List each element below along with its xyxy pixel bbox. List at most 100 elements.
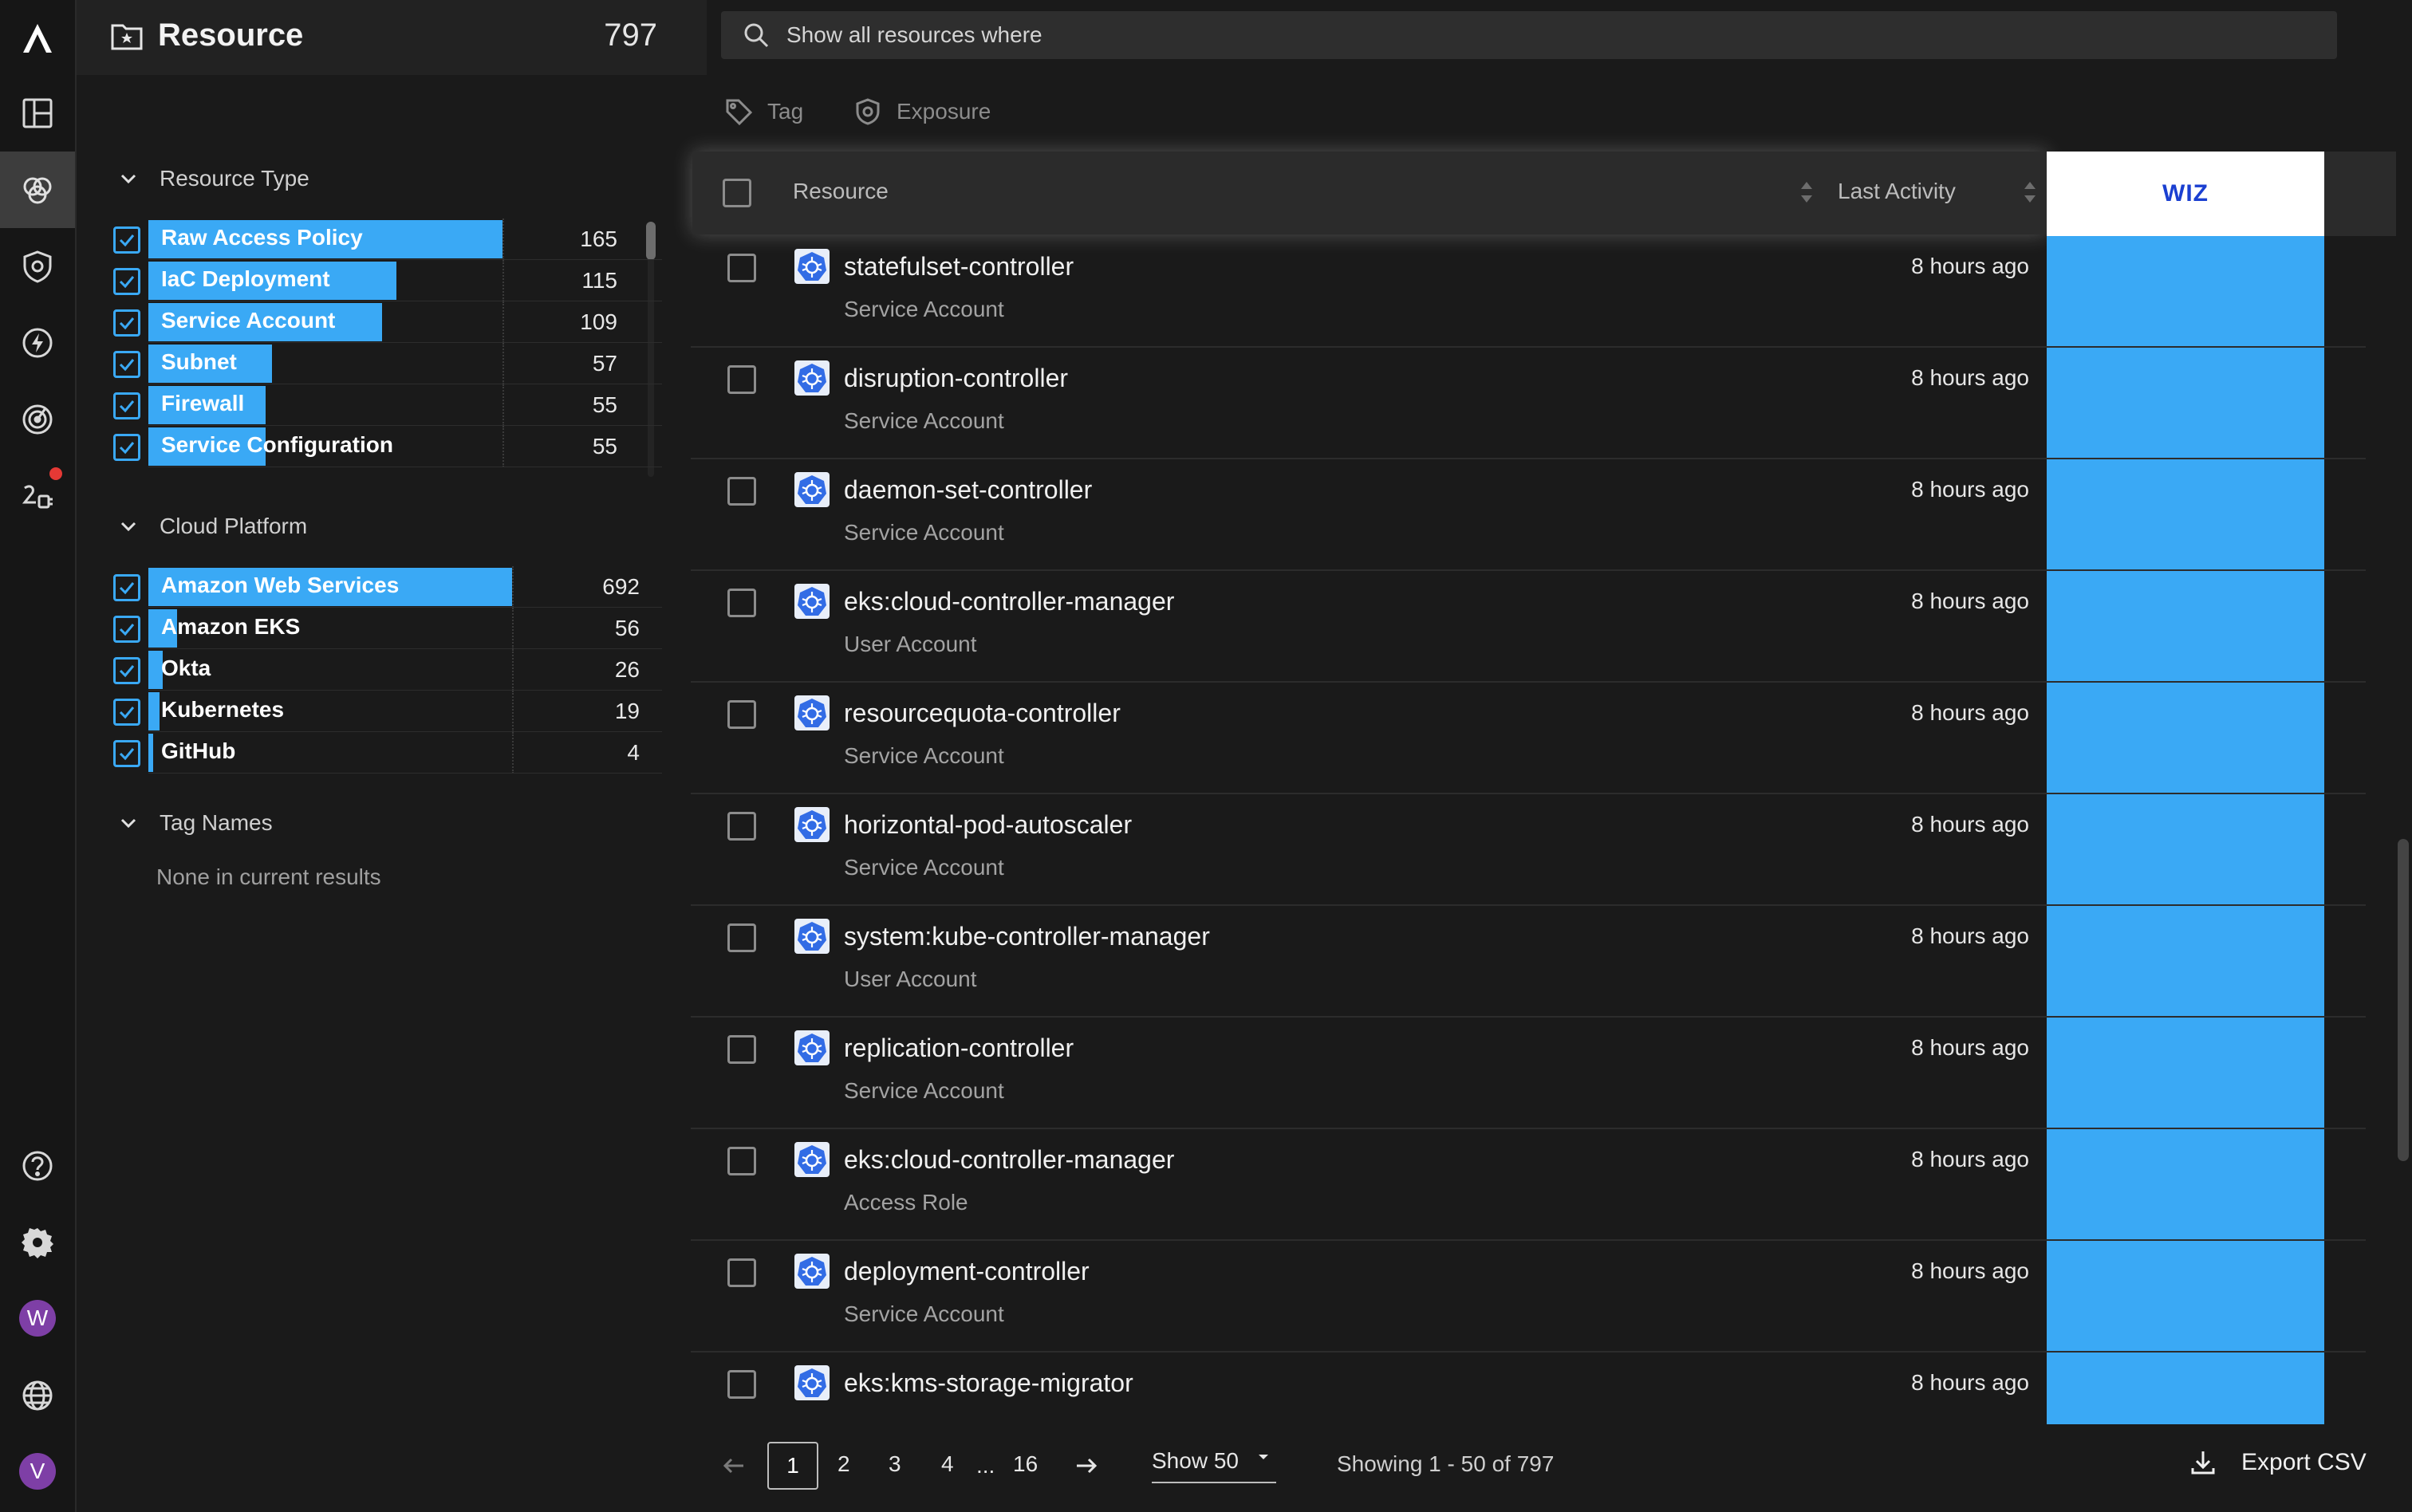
facet-checkbox[interactable] bbox=[113, 351, 140, 378]
facet-item[interactable]: GitHub 4 bbox=[112, 732, 662, 774]
section-cloud-platform[interactable]: Cloud Platform bbox=[118, 514, 307, 539]
resource-name[interactable]: deployment-controller bbox=[844, 1257, 1090, 1286]
check-icon bbox=[119, 707, 135, 719]
facet-item[interactable]: Kubernetes 19 bbox=[112, 691, 662, 732]
section-title: Tag Names bbox=[160, 810, 273, 835]
kubernetes-icon bbox=[794, 472, 830, 507]
row-checkbox[interactable] bbox=[727, 1147, 756, 1175]
showing-count: Showing 1 - 50 of 797 bbox=[1337, 1451, 1555, 1476]
page-16-button[interactable]: 16 bbox=[1013, 1451, 1038, 1477]
facet-item[interactable]: Okta 26 bbox=[112, 649, 662, 691]
row-checkbox[interactable] bbox=[727, 477, 756, 506]
shield-icon[interactable] bbox=[0, 228, 75, 305]
integrations-icon[interactable] bbox=[0, 458, 75, 534]
help-icon[interactable] bbox=[0, 1128, 75, 1204]
resource-name[interactable]: system:kube-controller-manager bbox=[844, 922, 1210, 951]
facet-item[interactable]: Firewall 55 bbox=[112, 384, 662, 426]
resource-type: User Account bbox=[844, 967, 977, 991]
table-row[interactable]: eks:kms-storage-migrator 8 hours ago bbox=[691, 1353, 2366, 1424]
facet-item[interactable]: Raw Access Policy 165 bbox=[112, 219, 662, 260]
table-row[interactable]: resourcequota-controller Service Account 8… bbox=[691, 683, 2366, 794]
facet-item[interactable]: Amazon Web Services 692 bbox=[112, 566, 662, 608]
facet-checkbox[interactable] bbox=[113, 226, 140, 254]
dashboard-icon[interactable] bbox=[0, 75, 75, 152]
table-row[interactable]: replication-controller Service Account 8 h… bbox=[691, 1018, 2366, 1129]
caret-down-icon bbox=[1259, 1455, 1268, 1459]
facet-checkbox[interactable] bbox=[113, 434, 140, 461]
select-all-checkbox[interactable] bbox=[723, 179, 751, 207]
section-tag-names[interactable]: Tag Names bbox=[118, 810, 273, 836]
row-checkbox[interactable] bbox=[727, 589, 756, 617]
tag-filter-button[interactable]: Tag bbox=[724, 97, 803, 126]
resources-icon[interactable] bbox=[0, 152, 75, 228]
page-size-select[interactable]: Show 50 bbox=[1152, 1448, 1276, 1483]
next-page-icon[interactable] bbox=[1074, 1453, 1099, 1479]
row-checkbox[interactable] bbox=[727, 923, 756, 952]
table-scrollbar[interactable] bbox=[2398, 839, 2409, 1161]
table-row[interactable]: system:kube-controller-manager User Accou… bbox=[691, 906, 2366, 1018]
facet-item[interactable]: Amazon EKS 56 bbox=[112, 608, 662, 649]
table-row[interactable]: disruption-controller Service Account 8 ho… bbox=[691, 348, 2366, 459]
facet-checkbox[interactable] bbox=[113, 699, 140, 726]
radar-icon[interactable] bbox=[0, 381, 75, 458]
exposure-filter-button[interactable]: Exposure bbox=[853, 97, 991, 126]
facet-item[interactable]: Subnet 57 bbox=[112, 343, 662, 384]
facet-checkbox[interactable] bbox=[113, 574, 140, 601]
facet-checkbox[interactable] bbox=[113, 392, 140, 419]
resource-name[interactable]: eks:cloud-controller-manager bbox=[844, 1145, 1174, 1175]
facet-checkbox[interactable] bbox=[113, 740, 140, 767]
row-checkbox[interactable] bbox=[727, 254, 756, 282]
facet-checkbox[interactable] bbox=[113, 657, 140, 684]
table-row[interactable]: daemon-set-controller Service Account 8 ho… bbox=[691, 459, 2366, 571]
facet-checkbox[interactable] bbox=[113, 268, 140, 295]
row-checkbox[interactable] bbox=[727, 700, 756, 729]
page-1-button[interactable]: 1 bbox=[767, 1442, 818, 1490]
user-avatar[interactable]: V bbox=[19, 1453, 56, 1490]
search-input[interactable]: Show all resources where bbox=[721, 11, 2337, 59]
facet-checkbox[interactable] bbox=[113, 616, 140, 643]
resource-name[interactable]: statefulset-controller bbox=[844, 252, 1074, 282]
resource-name[interactable]: resourcequota-controller bbox=[844, 699, 1121, 728]
resource-name[interactable]: eks:kms-storage-migrator bbox=[844, 1368, 1133, 1398]
resource-name[interactable]: horizontal-pod-autoscaler bbox=[844, 810, 1132, 840]
globe-icon[interactable] bbox=[0, 1357, 75, 1434]
settings-icon[interactable] bbox=[0, 1204, 75, 1281]
table-row[interactable]: horizontal-pod-autoscaler Service Account… bbox=[691, 794, 2366, 906]
row-checkbox[interactable] bbox=[727, 1258, 756, 1287]
facet-item[interactable]: IaC Deployment 115 bbox=[112, 260, 662, 301]
row-checkbox[interactable] bbox=[727, 1370, 756, 1399]
table-row[interactable]: eks:cloud-controller-manager Access Role 8… bbox=[691, 1129, 2366, 1241]
facet-checkbox[interactable] bbox=[113, 309, 140, 337]
resource-name[interactable]: replication-controller bbox=[844, 1034, 1074, 1063]
resource-name[interactable]: eks:cloud-controller-manager bbox=[844, 587, 1174, 616]
facet-item[interactable]: Service Configuration 55 bbox=[112, 426, 662, 467]
page-size-label: Show 50 bbox=[1152, 1448, 1239, 1473]
sort-icon[interactable] bbox=[2021, 179, 2039, 206]
row-checkbox[interactable] bbox=[727, 365, 756, 394]
table-row[interactable]: eks:cloud-controller-manager User Account… bbox=[691, 571, 2366, 683]
wiz-column-header[interactable]: WIZ bbox=[2047, 152, 2324, 236]
row-checkbox[interactable] bbox=[727, 1035, 756, 1064]
bolt-icon[interactable] bbox=[0, 305, 75, 381]
table-row[interactable]: statefulset-controller Service Account 8 h… bbox=[691, 236, 2366, 348]
column-last-activity[interactable]: Last Activity bbox=[1838, 179, 1956, 204]
row-checkbox[interactable] bbox=[727, 812, 756, 841]
section-resource-type[interactable]: Resource Type bbox=[118, 166, 309, 191]
table-row[interactable]: deployment-controller Service Account 8 ho… bbox=[691, 1241, 2366, 1353]
resource-name[interactable]: daemon-set-controller bbox=[844, 475, 1092, 505]
facet-item[interactable]: Service Account 109 bbox=[112, 301, 662, 343]
page-3-button[interactable]: 3 bbox=[889, 1451, 901, 1477]
page-4-button[interactable]: 4 bbox=[941, 1451, 954, 1477]
prev-page-icon[interactable] bbox=[721, 1453, 747, 1479]
facet-divider bbox=[512, 566, 514, 608]
page-ellipsis: ... bbox=[976, 1453, 995, 1478]
sort-icon[interactable] bbox=[1798, 179, 1815, 206]
workspace-avatar[interactable]: W bbox=[19, 1300, 56, 1337]
page-2-button[interactable]: 2 bbox=[838, 1451, 850, 1477]
export-csv-button[interactable]: Export CSV bbox=[2189, 1448, 2367, 1477]
resource-name[interactable]: disruption-controller bbox=[844, 364, 1068, 393]
facet-divider bbox=[512, 691, 514, 732]
facet-divider bbox=[503, 384, 504, 426]
column-resource[interactable]: Resource bbox=[793, 179, 889, 204]
logo-icon[interactable] bbox=[0, 0, 75, 77]
